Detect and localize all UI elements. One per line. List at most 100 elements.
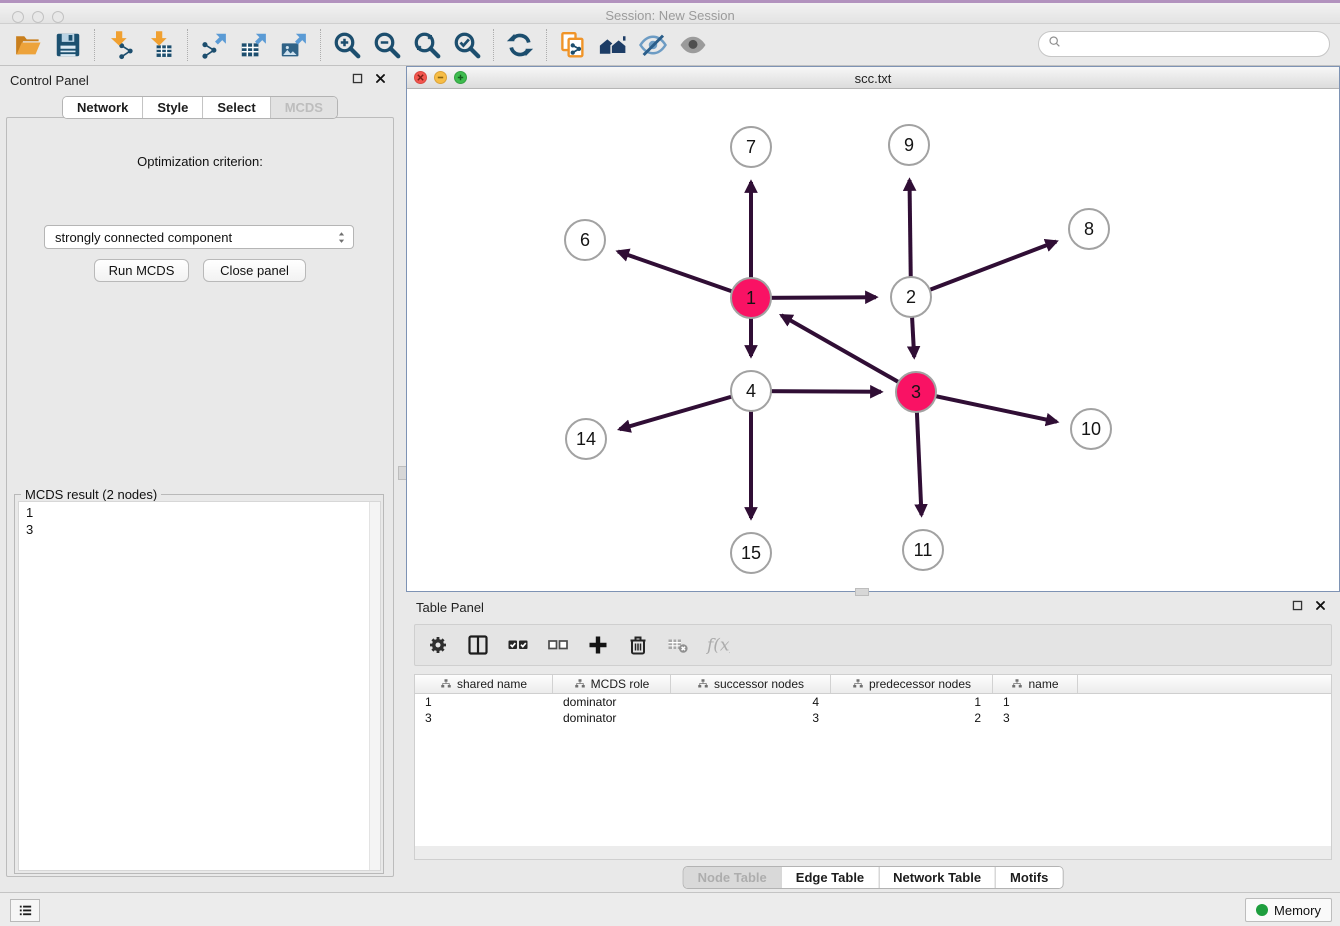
first-neighbors-button[interactable] xyxy=(593,27,633,63)
tab-mcds[interactable]: MCDS xyxy=(270,97,337,118)
float-panel-icon[interactable] xyxy=(350,71,365,86)
eye-icon xyxy=(678,30,708,60)
tab-motifs[interactable]: Motifs xyxy=(995,867,1062,888)
column-header-MCDS-role[interactable]: MCDS role xyxy=(553,675,671,693)
columns-icon xyxy=(466,633,490,657)
table-cell[interactable]: 3 xyxy=(415,710,553,726)
mcds-result-group: MCDS result (2 nodes) 13 xyxy=(14,494,384,874)
table-cell[interactable]: 1 xyxy=(993,694,1078,710)
graph-node-3[interactable]: 3 xyxy=(895,371,937,413)
fx-icon: f(x) xyxy=(706,633,730,657)
graph-edge-3-1[interactable] xyxy=(781,315,916,392)
control-panel: Control Panel NetworkStyleSelectMCDS Opt… xyxy=(0,67,400,880)
graph-edge-3-10[interactable] xyxy=(916,392,1057,422)
mcds-result-list[interactable]: 13 xyxy=(18,501,381,871)
table-cell[interactable]: 4 xyxy=(671,694,831,710)
float-panel-icon[interactable] xyxy=(1290,598,1305,613)
memory-button[interactable]: Memory xyxy=(1245,898,1332,922)
select-all-columns-button[interactable] xyxy=(505,632,531,658)
show-columns-button[interactable] xyxy=(465,632,491,658)
graph-node-6[interactable]: 6 xyxy=(564,219,606,261)
app-titlebar: Session: New Session xyxy=(0,0,1340,24)
table-panel-header: Table Panel xyxy=(406,594,1340,620)
table-toolbar: f(x) xyxy=(414,624,1332,666)
zoom-in-button[interactable] xyxy=(327,27,367,63)
graph-node-1[interactable]: 1 xyxy=(730,277,772,319)
table-cell[interactable]: 1 xyxy=(831,694,993,710)
tab-select[interactable]: Select xyxy=(202,97,269,118)
export-network-button[interactable] xyxy=(194,27,234,63)
zoom-fit-button[interactable] xyxy=(407,27,447,63)
search-box[interactable] xyxy=(1038,31,1330,57)
column-header-shared-name[interactable]: shared name xyxy=(415,675,553,693)
hierarchy-icon xyxy=(697,678,709,690)
mcds-result-title: MCDS result (2 nodes) xyxy=(21,487,161,502)
table-options-button[interactable] xyxy=(425,632,451,658)
import-network-button[interactable] xyxy=(101,27,141,63)
close-panel-icon[interactable] xyxy=(1313,598,1328,613)
network-canvas[interactable]: 7 9 6 8 1 2 4 3 14 10 15 11 xyxy=(407,89,1339,591)
graph-node-14[interactable]: 14 xyxy=(565,418,607,460)
toolbar-separator xyxy=(493,29,494,61)
task-history-button[interactable] xyxy=(10,899,40,922)
tab-node-table[interactable]: Node Table xyxy=(684,867,781,888)
run-mcds-button[interactable]: Run MCDS xyxy=(94,259,189,282)
table-cell[interactable]: 1 xyxy=(415,694,553,710)
table-cell[interactable]: 3 xyxy=(993,710,1078,726)
table-row[interactable]: 1dominator411 xyxy=(415,694,1331,710)
graph-node-2[interactable]: 2 xyxy=(890,276,932,318)
search-icon xyxy=(1047,34,1063,55)
mcds-result-node: 3 xyxy=(26,521,380,538)
close-panel-icon[interactable] xyxy=(373,71,388,86)
network-view-title: scc.txt xyxy=(407,71,1339,86)
zoom-selected-button[interactable] xyxy=(447,27,487,63)
tab-style[interactable]: Style xyxy=(142,97,202,118)
graph-node-9[interactable]: 9 xyxy=(888,124,930,166)
chevron-updown-icon xyxy=(334,230,349,245)
delete-column-button[interactable] xyxy=(625,632,651,658)
criterion-dropdown[interactable]: strongly connected component xyxy=(44,225,354,249)
column-header-successor-nodes[interactable]: successor nodes xyxy=(671,675,831,693)
table-cell[interactable]: dominator xyxy=(553,694,671,710)
export-table-button[interactable] xyxy=(234,27,274,63)
tab-network-table[interactable]: Network Table xyxy=(878,867,995,888)
graph-node-11[interactable]: 11 xyxy=(902,529,944,571)
add-icon xyxy=(586,633,610,657)
column-header-predecessor-nodes[interactable]: predecessor nodes xyxy=(831,675,993,693)
graph-node-4[interactable]: 4 xyxy=(730,370,772,412)
new-network-from-selection-button[interactable] xyxy=(553,27,593,63)
tab-edge-table[interactable]: Edge Table xyxy=(781,867,878,888)
create-column-button[interactable] xyxy=(585,632,611,658)
network-window-titlebar[interactable]: scc.txt xyxy=(407,67,1339,89)
memory-button-label: Memory xyxy=(1274,903,1321,918)
deselect-all-columns-button[interactable] xyxy=(545,632,571,658)
graph-node-7[interactable]: 7 xyxy=(730,126,772,168)
zoom-out-button[interactable] xyxy=(367,27,407,63)
export-network-icon xyxy=(199,30,229,60)
tab-network[interactable]: Network xyxy=(63,97,142,118)
home-icon xyxy=(598,30,628,60)
table-row[interactable]: 3dominator323 xyxy=(415,710,1331,726)
apply-layout-button[interactable] xyxy=(500,27,540,63)
import-table-button[interactable] xyxy=(141,27,181,63)
export-image-button[interactable] xyxy=(274,27,314,63)
open-session-button[interactable] xyxy=(8,27,48,63)
save-icon xyxy=(53,30,83,60)
table-cell[interactable]: 3 xyxy=(671,710,831,726)
hide-selected-button[interactable] xyxy=(633,27,673,63)
graph-node-10[interactable]: 10 xyxy=(1070,408,1112,450)
column-header-name[interactable]: name xyxy=(993,675,1078,693)
float-icon xyxy=(351,72,364,85)
close-panel-button[interactable]: Close panel xyxy=(203,259,306,282)
save-session-button[interactable] xyxy=(48,27,88,63)
close-icon xyxy=(1314,599,1327,612)
graph-edge-2-8[interactable] xyxy=(911,242,1056,298)
graph-node-15[interactable]: 15 xyxy=(730,532,772,574)
table-cell[interactable]: 2 xyxy=(831,710,993,726)
show-graphics-details-button[interactable] xyxy=(673,27,713,63)
graph-node-8[interactable]: 8 xyxy=(1068,208,1110,250)
table-horizontal-scrollbar[interactable] xyxy=(414,846,1332,860)
search-input[interactable] xyxy=(1063,34,1329,54)
result-scrollbar[interactable] xyxy=(369,502,380,870)
table-cell[interactable]: dominator xyxy=(553,710,671,726)
